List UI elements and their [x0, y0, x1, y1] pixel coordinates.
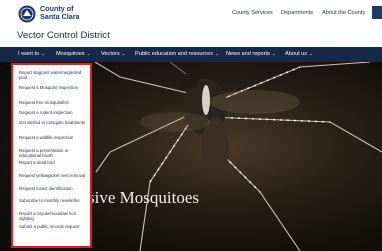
dropdown-item[interactable]: Submit a public records request: [19, 224, 89, 229]
nav-label: Public education and resources: [135, 51, 214, 57]
about-county-link[interactable]: About the County: [322, 10, 365, 16]
dropdown-item[interactable]: Request a Mosquito Inspection: [19, 85, 89, 90]
nav-mosquitoes[interactable]: Mosquitoes ⌄: [56, 51, 90, 57]
dropdown-item[interactable]: Request insect identification: [19, 186, 89, 191]
site-title[interactable]: Vector Control District: [17, 30, 110, 41]
dropdown-item[interactable]: Request a presentation or educational bo…: [19, 148, 89, 158]
county-logo-text[interactable]: County of Santa Clara: [40, 5, 80, 21]
main-nav: I want to ⌄ Mosquitoes ⌄ Vectors ⌄ Public e…: [0, 47, 382, 62]
chevron-down-icon: ⌄: [86, 51, 91, 56]
dropdown-item[interactable]: Request yellowjacket nest removal: [19, 173, 89, 178]
logo-line-2: Santa Clara: [40, 12, 80, 21]
chevron-down-icon: ⌄: [215, 51, 219, 56]
dropdown-item[interactable]: Request a wildlife inspection: [19, 135, 89, 140]
dropdown-item[interactable]: Report a coyote/mountain lion sighting: [19, 211, 89, 221]
dropdown-item[interactable]: Report stagnant water/neglected pool: [19, 70, 89, 80]
chevron-down-icon: ⌄: [309, 51, 313, 56]
search-icon[interactable]: [372, 6, 382, 19]
county-services-link[interactable]: County Services: [232, 10, 273, 16]
dropdown-item[interactable]: Subscribe to monthly newsletter: [19, 198, 89, 203]
dropdown-item[interactable]: Get alerted to mosquito treatments: [19, 120, 89, 125]
departments-link[interactable]: Departments: [281, 10, 313, 16]
chevron-down-icon: ⌄: [271, 51, 276, 56]
nav-public-education[interactable]: Public education and resources ⌄: [135, 51, 219, 57]
nav-label: I want to: [18, 51, 40, 57]
nav-i-want-to[interactable]: I want to ⌄: [18, 51, 45, 57]
dropdown-item[interactable]: Request free mosquitofish: [19, 100, 89, 105]
chevron-down-icon: ⌄: [121, 51, 126, 56]
nav-label: News and reports: [226, 51, 270, 57]
i-want-to-dropdown: Report stagnant water/neglected pool Req…: [11, 63, 92, 248]
top-header: County of Santa Clara County Services De…: [0, 0, 382, 27]
nav-vectors[interactable]: Vectors ⌄: [101, 51, 125, 57]
nav-label: Vectors: [101, 51, 120, 57]
nav-about-us[interactable]: About us ⌄: [285, 51, 313, 57]
chevron-down-icon: ⌄: [41, 51, 45, 56]
dropdown-item[interactable]: Report a dead bird: [19, 160, 89, 165]
nav-news-reports[interactable]: News and reports ⌄: [226, 51, 276, 57]
dropdown-item[interactable]: Request a rodent inspection: [19, 110, 89, 115]
county-seal-icon[interactable]: [18, 5, 36, 23]
nav-label: About us: [285, 51, 308, 57]
nav-label: Mosquitoes: [56, 51, 85, 57]
